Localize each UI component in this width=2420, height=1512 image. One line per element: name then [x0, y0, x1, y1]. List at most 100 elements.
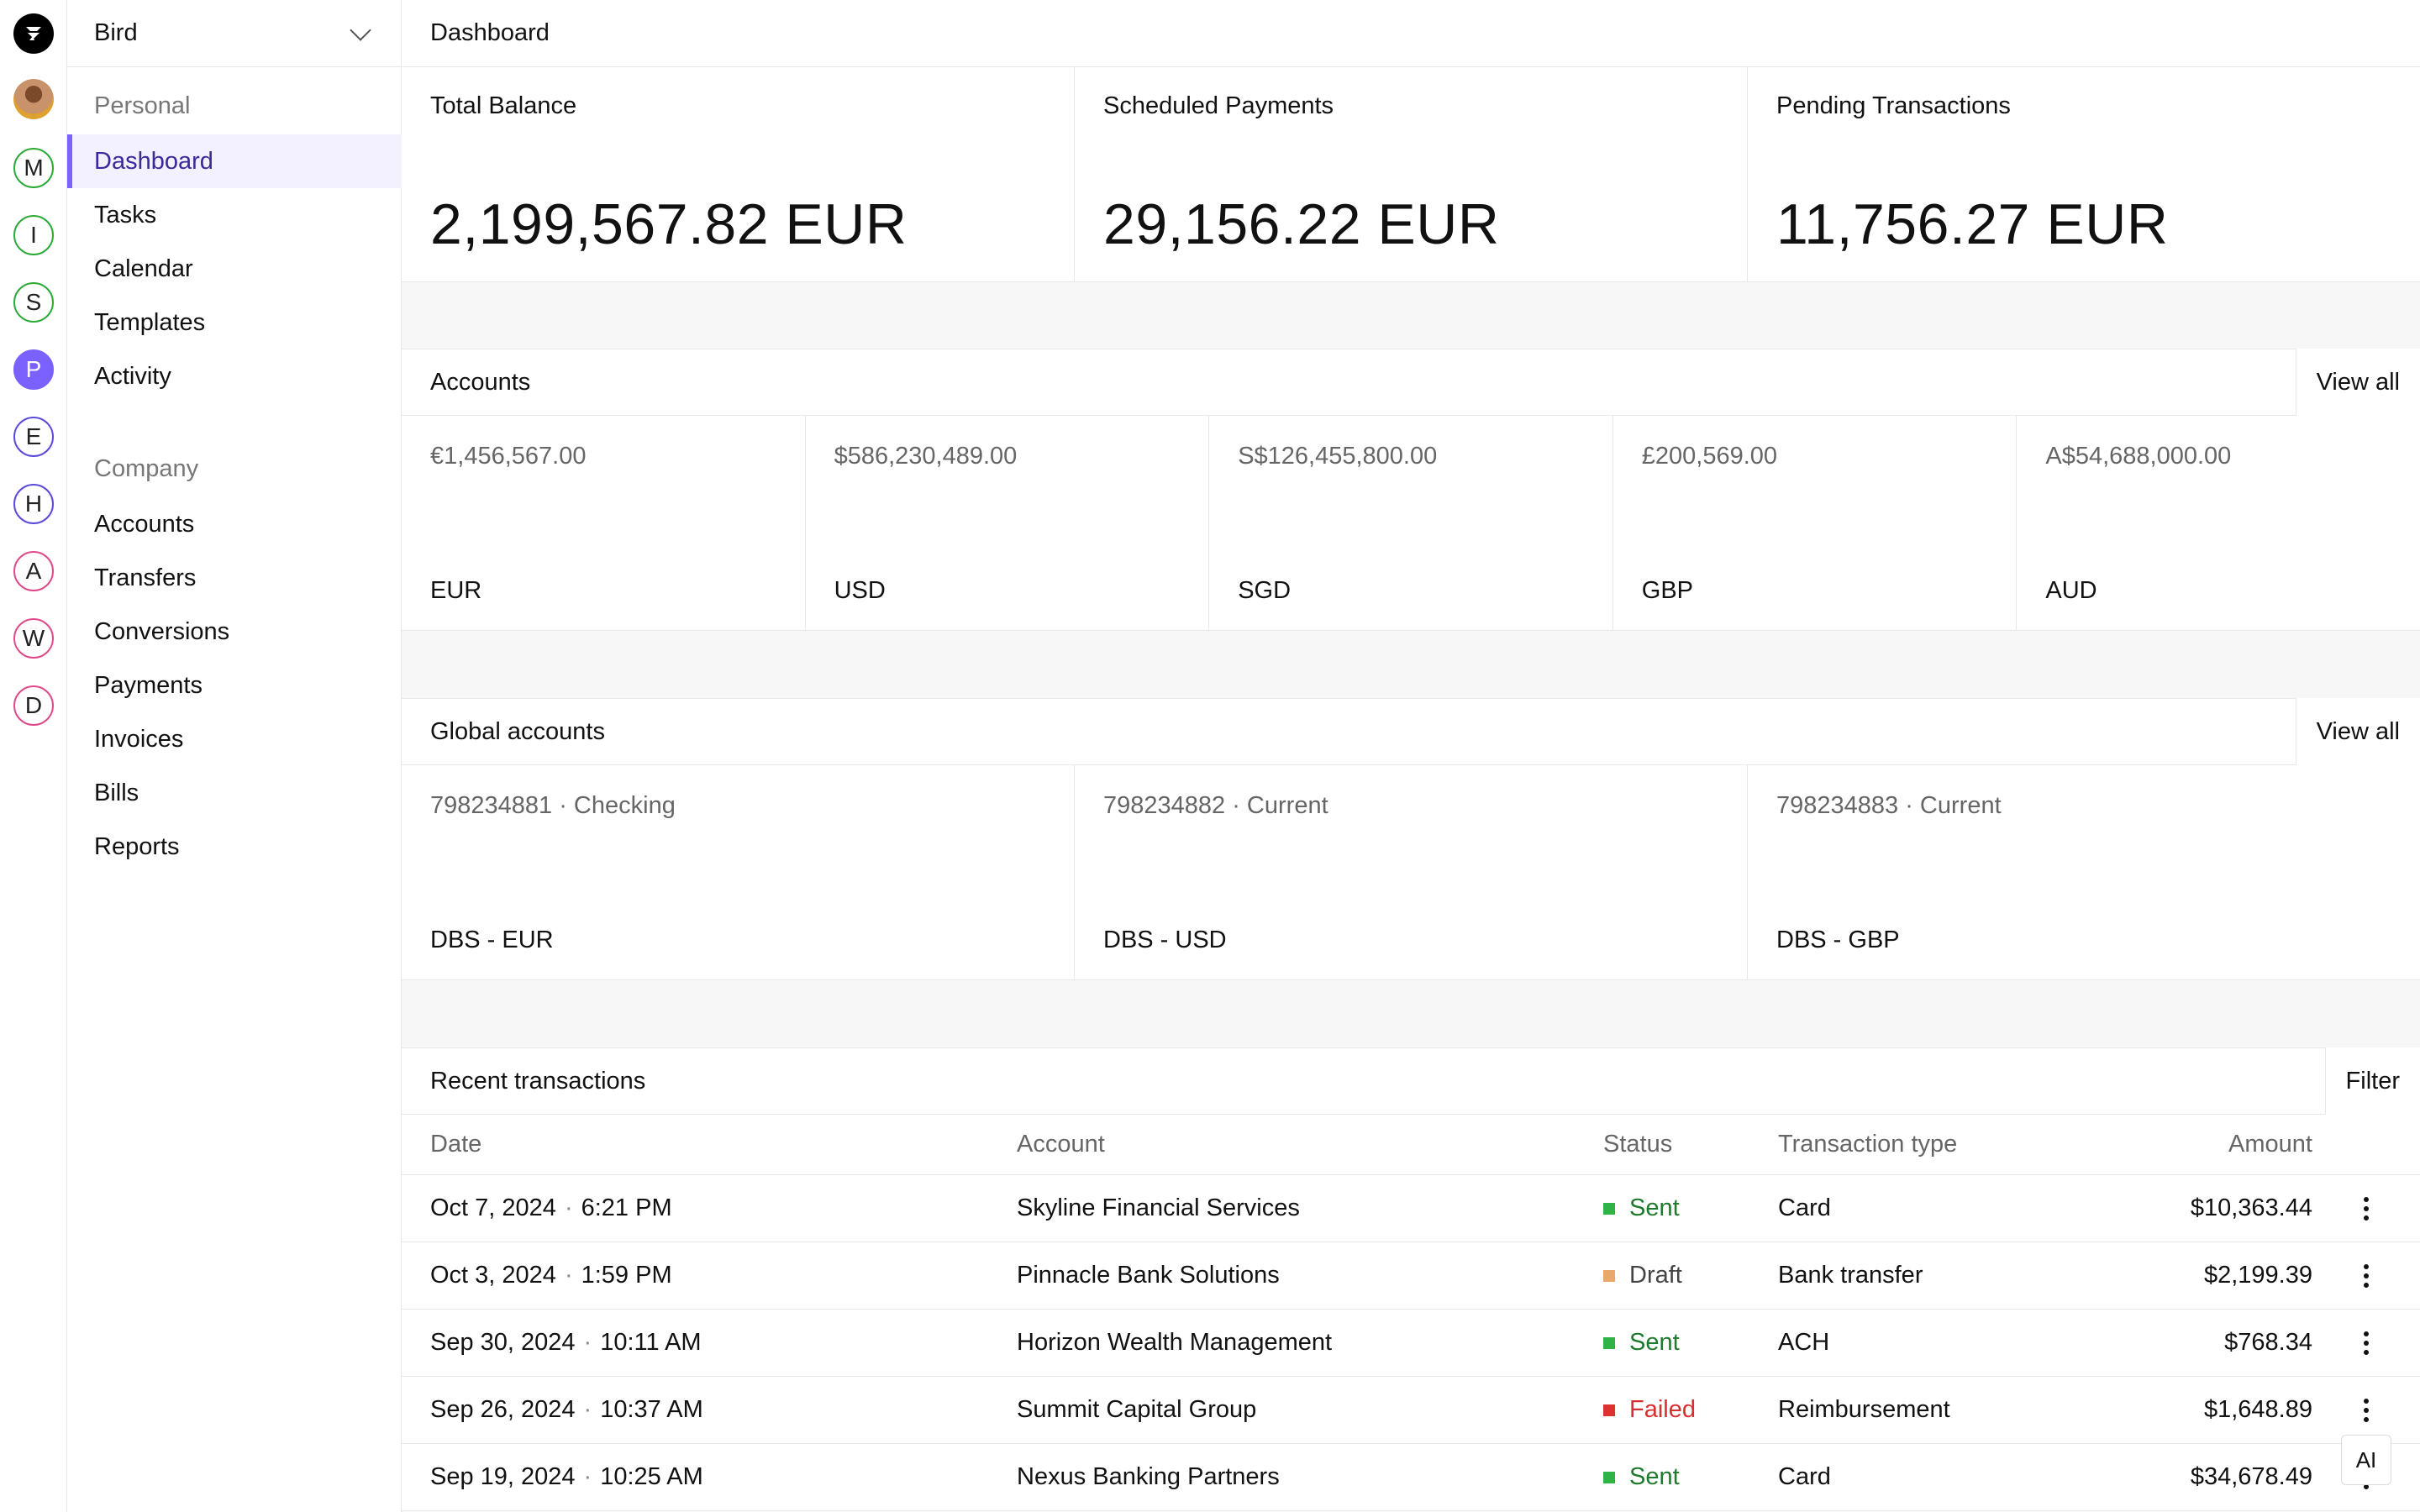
account-card-gbp[interactable]: £200,569.00 GBP	[1613, 416, 2018, 630]
sidebar-item-payments[interactable]: Payments	[67, 659, 402, 712]
sidebar-item-invoices[interactable]: Invoices	[67, 712, 402, 766]
account-card-eur[interactable]: €1,456,567.00 EUR	[402, 416, 806, 630]
global-account-number: 798234881 · Checking	[430, 792, 676, 819]
org-switcher[interactable]: Bird	[67, 0, 402, 67]
column-header-type[interactable]: Transaction type	[1778, 1115, 1957, 1174]
kebab-icon[interactable]	[2364, 1263, 2369, 1288]
kebab-dot	[2364, 1349, 2369, 1355]
workspace-s[interactable]: S	[13, 282, 54, 323]
global-account-name: DBS - USD	[1103, 927, 1227, 953]
kebab-dot	[2364, 1263, 2369, 1269]
global-accounts-cards: 798234881 · Checking DBS - EUR 798234882 ·…	[402, 765, 2420, 980]
tx-type: Card	[1778, 1463, 1831, 1490]
table-row[interactable]: Sep 19, 2024 · 10:25 AM Nexus Banking Partn…	[402, 1444, 2420, 1511]
sidebar-item-activity[interactable]: Activity	[67, 349, 402, 403]
account-currency: SGD	[1238, 577, 1292, 604]
workspace-i[interactable]: I	[13, 215, 54, 255]
table-row[interactable]: Sep 30, 2024 · 10:11 AM Horizon Wealth Mana…	[402, 1310, 2420, 1377]
accounts-cards: €1,456,567.00 EUR $586,230,489.00 USD S$126,…	[402, 416, 2420, 631]
global-accounts-header: Global accounts View all	[402, 698, 2420, 765]
column-header-amount[interactable]: Amount	[2228, 1115, 2312, 1174]
sidebar-item-conversions[interactable]: Conversions	[67, 605, 402, 659]
balance-summary: Total Balance 2,199,567.82 EUR Scheduled…	[402, 67, 2420, 282]
tx-date: Sep 26, 2024	[430, 1396, 576, 1423]
account-balance: S$126,455,800.00	[1238, 443, 1438, 470]
more-options-icon[interactable]	[2356, 1310, 2376, 1376]
global-accounts-view-all-button[interactable]: View all	[2295, 698, 2420, 765]
tx-amount: $768.34	[2224, 1329, 2312, 1356]
workspace-e[interactable]: E	[13, 417, 54, 457]
workspace-h[interactable]: H	[13, 484, 54, 524]
sidebar-item-tasks[interactable]: Tasks	[67, 188, 402, 242]
kebab-icon[interactable]	[2364, 1331, 2369, 1355]
kebab-icon[interactable]	[2364, 1398, 2369, 1422]
sidebar-item-templates[interactable]: Templates	[67, 296, 402, 349]
workspace-p[interactable]: P	[13, 349, 54, 390]
stat-label: Total Balance	[430, 92, 577, 119]
kebab-dot	[2364, 1282, 2369, 1288]
more-options-icon[interactable]	[2356, 1242, 2376, 1309]
tx-account: Nexus Banking Partners	[1017, 1463, 1280, 1490]
stat-value: 2,199,567.82 EUR	[430, 192, 908, 256]
kebab-dot	[2364, 1196, 2369, 1202]
tx-time: 1:59 PM	[581, 1262, 672, 1289]
filter-button[interactable]: Filter	[2324, 1047, 2420, 1115]
kebab-dot	[2364, 1205, 2369, 1211]
account-card-aud[interactable]: A$54,688,000.00 AUD	[2017, 416, 2420, 630]
tx-datetime: Oct 7, 2024 · 6:21 PM	[430, 1175, 672, 1242]
column-header-date[interactable]: Date	[430, 1115, 481, 1174]
accounts-view-all-button[interactable]: View all	[2295, 349, 2420, 416]
stat-pending-transactions: Pending Transactions 11,756.27 EUR	[1748, 67, 2420, 281]
sidebar-item-bills[interactable]: Bills	[67, 766, 402, 820]
global-account-card[interactable]: 798234881 · Checking DBS - EUR	[402, 765, 1075, 979]
status-badge: Sent	[1603, 1175, 1680, 1242]
tx-date: Oct 3, 2024	[430, 1262, 556, 1289]
tx-date-separator: ·	[564, 1262, 573, 1289]
account-card-usd[interactable]: $586,230,489.00 USD	[806, 416, 1210, 630]
sidebar-item-calendar[interactable]: Calendar	[67, 242, 402, 296]
account-card-sgd[interactable]: S$126,455,800.00 SGD	[1209, 416, 1613, 630]
tx-datetime: Sep 19, 2024 · 10:25 AM	[430, 1444, 703, 1510]
status-badge: Draft	[1603, 1242, 1682, 1309]
sidebar-item-reports[interactable]: Reports	[67, 820, 402, 874]
global-account-card[interactable]: 798234883 · Current DBS - GBP	[1748, 765, 2420, 979]
more-options-icon[interactable]	[2356, 1377, 2376, 1443]
tx-date: Sep 19, 2024	[430, 1463, 576, 1490]
app-logo-icon[interactable]	[13, 13, 54, 54]
workspace-a[interactable]: A	[13, 551, 54, 591]
user-avatar[interactable]	[13, 79, 54, 119]
account-balance: £200,569.00	[1641, 443, 1778, 470]
stat-scheduled-payments: Scheduled Payments 29,156.22 EUR	[1075, 67, 1748, 281]
global-account-name: DBS - EUR	[430, 927, 554, 953]
sidebar-item-transfers[interactable]: Transfers	[67, 551, 402, 605]
global-account-card[interactable]: 798234882 · Current DBS - USD	[1075, 765, 1748, 979]
status-square-icon	[1603, 1471, 1615, 1483]
sidebar-item-accounts[interactable]: Accounts	[67, 497, 402, 551]
stat-label: Scheduled Payments	[1103, 92, 1334, 119]
tx-time: 10:11 AM	[600, 1329, 702, 1356]
tx-amount: $34,678.49	[2190, 1463, 2312, 1490]
tx-datetime: Oct 3, 2024 · 1:59 PM	[430, 1242, 672, 1309]
workspace-w[interactable]: W	[13, 618, 54, 659]
workspace-m[interactable]: M	[13, 148, 54, 188]
table-row[interactable]: Oct 3, 2024 · 1:59 PM Pinnacle Bank Solutio…	[402, 1242, 2420, 1310]
tx-status: Failed	[1629, 1396, 1696, 1423]
kebab-icon[interactable]	[2364, 1196, 2369, 1221]
column-header-status[interactable]: Status	[1603, 1115, 1672, 1174]
accounts-header: Accounts View all	[402, 349, 2420, 416]
workspace-d[interactable]: D	[13, 685, 54, 726]
global-accounts-title: Global accounts	[430, 717, 605, 745]
more-options-icon[interactable]	[2356, 1175, 2376, 1242]
ai-assistant-button[interactable]: AI	[2341, 1435, 2391, 1485]
table-row[interactable]: Sep 26, 2024 · 10:37 AM Summit Capital Grou…	[402, 1377, 2420, 1444]
tx-type: Bank transfer	[1778, 1262, 1923, 1289]
account-balance: €1,456,567.00	[430, 443, 587, 470]
kebab-dot	[2364, 1416, 2369, 1422]
column-header-account[interactable]: Account	[1017, 1115, 1105, 1174]
global-account-number: 798234883 · Current	[1776, 792, 2002, 819]
status-square-icon	[1603, 1336, 1615, 1349]
transactions-title: Recent transactions	[430, 1067, 646, 1095]
sidebar-item-dashboard[interactable]: Dashboard	[67, 134, 402, 188]
table-row[interactable]: Oct 7, 2024 · 6:21 PM Skyline Financial Ser…	[402, 1175, 2420, 1242]
transactions-header: Recent transactions Filter	[402, 1047, 2420, 1115]
